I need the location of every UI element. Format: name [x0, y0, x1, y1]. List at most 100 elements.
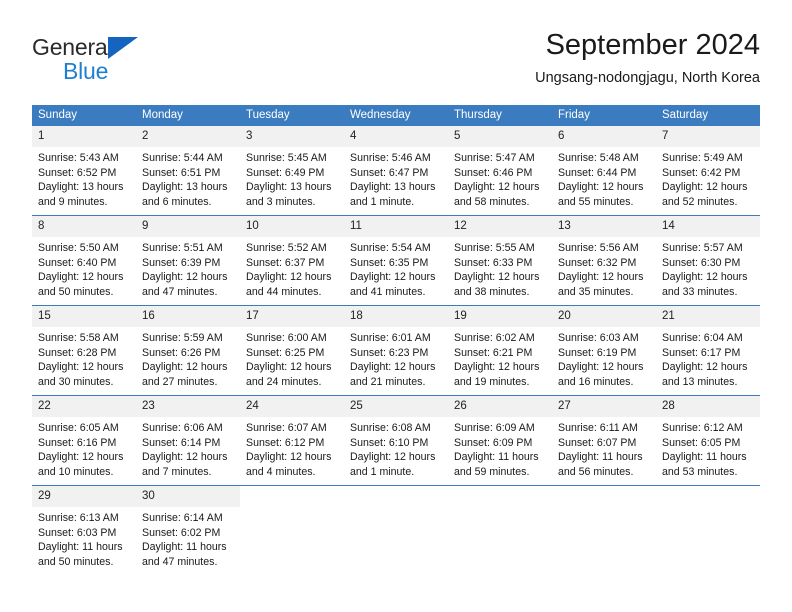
- day-details: Sunrise: 5:44 AM Sunset: 6:51 PM Daylight:…: [136, 147, 240, 209]
- daylight-duration-line2: and 33 minutes.: [662, 285, 738, 298]
- day-details: Sunrise: 5:49 AM Sunset: 6:42 PM Daylight:…: [656, 147, 760, 209]
- sunrise-time: Sunrise: 5:49 AM: [662, 152, 743, 164]
- weekday-header-saturday: Saturday: [656, 105, 760, 126]
- sunset-time: Sunset: 6:19 PM: [558, 346, 637, 359]
- sunrise-time: Sunrise: 6:02 AM: [454, 332, 535, 344]
- calendar-week-row: 22 Sunrise: 6:05 AM Sunset: 6:16 PM Dayligh…: [32, 395, 760, 486]
- day-details: Sunrise: 5:51 AM Sunset: 6:39 PM Daylight:…: [136, 237, 240, 299]
- day-number: 14: [656, 216, 760, 237]
- calendar-day-cell[interactable]: 29 Sunrise: 6:13 AM Sunset: 6:03 PM Dayligh…: [32, 485, 136, 574]
- daylight-duration-line1: Daylight: 12 hours: [662, 181, 748, 194]
- day-number: 2: [136, 126, 240, 147]
- daylight-duration-line1: Daylight: 12 hours: [350, 361, 436, 374]
- day-number: [448, 486, 552, 507]
- calendar-day-cell[interactable]: 6 Sunrise: 5:48 AM Sunset: 6:44 PM Daylight…: [552, 125, 656, 216]
- daylight-duration-line2: and 16 minutes.: [558, 375, 634, 388]
- day-number: 13: [552, 216, 656, 237]
- calendar-day-cell[interactable]: 23 Sunrise: 6:06 AM Sunset: 6:14 PM Dayligh…: [136, 395, 240, 486]
- sunset-time: Sunset: 6:23 PM: [350, 346, 429, 359]
- calendar-day-cell[interactable]: 7 Sunrise: 5:49 AM Sunset: 6:42 PM Daylight…: [656, 125, 760, 216]
- day-number: 12: [448, 216, 552, 237]
- day-cell-inner: 10 Sunrise: 5:52 AM Sunset: 6:37 PM Dayligh…: [240, 216, 344, 305]
- calendar-day-cell[interactable]: 26 Sunrise: 6:09 AM Sunset: 6:09 PM Dayligh…: [448, 395, 552, 486]
- calendar-day-cell[interactable]: 11 Sunrise: 5:54 AM Sunset: 6:35 PM Dayligh…: [344, 215, 448, 306]
- calendar-day-cell[interactable]: 17 Sunrise: 6:00 AM Sunset: 6:25 PM Dayligh…: [240, 305, 344, 396]
- daylight-duration-line2: and 21 minutes.: [350, 375, 426, 388]
- daylight-duration-line1: Daylight: 11 hours: [38, 541, 123, 554]
- day-details: Sunrise: 6:14 AM Sunset: 6:02 PM Daylight:…: [136, 507, 240, 569]
- calendar-day-cell[interactable]: 21 Sunrise: 6:04 AM Sunset: 6:17 PM Dayligh…: [656, 305, 760, 396]
- daylight-duration-line2: and 50 minutes.: [38, 285, 114, 298]
- calendar-day-cell[interactable]: 12 Sunrise: 5:55 AM Sunset: 6:33 PM Dayligh…: [448, 215, 552, 306]
- calendar-day-cell[interactable]: 15 Sunrise: 5:58 AM Sunset: 6:28 PM Dayligh…: [32, 305, 136, 396]
- sunset-time: Sunset: 6:33 PM: [454, 256, 533, 269]
- daylight-duration-line2: and 59 minutes.: [454, 465, 530, 478]
- general-blue-logo[interactable]: General Blue: [32, 34, 232, 88]
- calendar-day-cell[interactable]: 9 Sunrise: 5:51 AM Sunset: 6:39 PM Daylight…: [136, 215, 240, 306]
- day-number: 25: [344, 396, 448, 417]
- calendar-day-cell[interactable]: 20 Sunrise: 6:03 AM Sunset: 6:19 PM Dayligh…: [552, 305, 656, 396]
- calendar-day-cell[interactable]: 14 Sunrise: 5:57 AM Sunset: 6:30 PM Dayligh…: [656, 215, 760, 306]
- daylight-duration-line1: Daylight: 12 hours: [38, 361, 124, 374]
- daylight-duration-line1: Daylight: 12 hours: [662, 271, 748, 284]
- calendar-day-cell[interactable]: 30 Sunrise: 6:14 AM Sunset: 6:02 PM Dayligh…: [136, 485, 240, 574]
- day-details: Sunrise: 5:46 AM Sunset: 6:47 PM Daylight:…: [344, 147, 448, 209]
- logo-text-general: General: [32, 34, 113, 60]
- logo-text-blue: Blue: [63, 58, 109, 84]
- calendar-day-cell[interactable]: 22 Sunrise: 6:05 AM Sunset: 6:16 PM Dayligh…: [32, 395, 136, 486]
- calendar-day-cell[interactable]: 19 Sunrise: 6:02 AM Sunset: 6:21 PM Dayligh…: [448, 305, 552, 396]
- daylight-duration-line1: Daylight: 13 hours: [350, 181, 436, 194]
- calendar-day-cell[interactable]: 28 Sunrise: 6:12 AM Sunset: 6:05 PM Dayligh…: [656, 395, 760, 486]
- day-details: Sunrise: 6:00 AM Sunset: 6:25 PM Daylight:…: [240, 327, 344, 389]
- calendar-day-cell: [552, 485, 656, 574]
- calendar-day-cell[interactable]: 3 Sunrise: 5:45 AM Sunset: 6:49 PM Daylight…: [240, 125, 344, 216]
- sunset-time: Sunset: 6:09 PM: [454, 436, 533, 449]
- calendar-day-cell[interactable]: 1 Sunrise: 5:43 AM Sunset: 6:52 PM Daylight…: [32, 125, 136, 216]
- sunset-time: Sunset: 6:26 PM: [142, 346, 221, 359]
- day-cell-inner: 20 Sunrise: 6:03 AM Sunset: 6:19 PM Dayligh…: [552, 306, 656, 395]
- calendar-day-cell[interactable]: 10 Sunrise: 5:52 AM Sunset: 6:37 PM Dayligh…: [240, 215, 344, 306]
- daylight-duration-line2: and 27 minutes.: [142, 375, 218, 388]
- calendar-header-row: Sunday Monday Tuesday Wednesday Thursday…: [32, 105, 760, 126]
- calendar-day-cell[interactable]: 16 Sunrise: 5:59 AM Sunset: 6:26 PM Dayligh…: [136, 305, 240, 396]
- daylight-duration-line1: Daylight: 12 hours: [246, 361, 332, 374]
- day-cell-inner: 11 Sunrise: 5:54 AM Sunset: 6:35 PM Dayligh…: [344, 216, 448, 305]
- calendar-day-cell[interactable]: 24 Sunrise: 6:07 AM Sunset: 6:12 PM Dayligh…: [240, 395, 344, 486]
- daylight-duration-line2: and 19 minutes.: [454, 375, 530, 388]
- day-number: 7: [656, 126, 760, 147]
- calendar-day-cell[interactable]: 18 Sunrise: 6:01 AM Sunset: 6:23 PM Dayligh…: [344, 305, 448, 396]
- calendar-day-cell[interactable]: 25 Sunrise: 6:08 AM Sunset: 6:10 PM Dayligh…: [344, 395, 448, 486]
- daylight-duration-line1: Daylight: 12 hours: [662, 361, 748, 374]
- weekday-header-monday: Monday: [136, 105, 240, 126]
- sunrise-time: Sunrise: 5:47 AM: [454, 152, 535, 164]
- day-number: 19: [448, 306, 552, 327]
- day-details: Sunrise: 5:54 AM Sunset: 6:35 PM Daylight:…: [344, 237, 448, 299]
- sunrise-time: Sunrise: 6:14 AM: [142, 512, 223, 524]
- day-number: 3: [240, 126, 344, 147]
- day-cell-inner: 12 Sunrise: 5:55 AM Sunset: 6:33 PM Dayligh…: [448, 216, 552, 305]
- calendar-day-cell[interactable]: 4 Sunrise: 5:46 AM Sunset: 6:47 PM Daylight…: [344, 125, 448, 216]
- daylight-duration-line2: and 7 minutes.: [142, 465, 212, 478]
- day-details: Sunrise: 6:08 AM Sunset: 6:10 PM Daylight:…: [344, 417, 448, 479]
- sunrise-time: Sunrise: 6:04 AM: [662, 332, 743, 344]
- day-number: 18: [344, 306, 448, 327]
- sunset-time: Sunset: 6:42 PM: [662, 166, 741, 179]
- calendar-day-cell[interactable]: 2 Sunrise: 5:44 AM Sunset: 6:51 PM Daylight…: [136, 125, 240, 216]
- sunrise-time: Sunrise: 6:05 AM: [38, 422, 119, 434]
- calendar-day-cell[interactable]: 8 Sunrise: 5:50 AM Sunset: 6:40 PM Daylight…: [32, 215, 136, 306]
- day-number: 22: [32, 396, 136, 417]
- daylight-duration-line1: Daylight: 13 hours: [246, 181, 332, 194]
- day-cell-inner: 30 Sunrise: 6:14 AM Sunset: 6:02 PM Dayligh…: [136, 486, 240, 574]
- weekday-header-sunday: Sunday: [32, 105, 136, 126]
- day-details: Sunrise: 6:02 AM Sunset: 6:21 PM Daylight:…: [448, 327, 552, 389]
- calendar-day-cell[interactable]: 13 Sunrise: 5:56 AM Sunset: 6:32 PM Dayligh…: [552, 215, 656, 306]
- daylight-duration-line2: and 13 minutes.: [662, 375, 738, 388]
- calendar-day-cell[interactable]: 5 Sunrise: 5:47 AM Sunset: 6:46 PM Daylight…: [448, 125, 552, 216]
- sunrise-time: Sunrise: 6:00 AM: [246, 332, 327, 344]
- day-details: Sunrise: 6:11 AM Sunset: 6:07 PM Daylight:…: [552, 417, 656, 479]
- sunset-time: Sunset: 6:46 PM: [454, 166, 533, 179]
- sunset-time: Sunset: 6:07 PM: [558, 436, 637, 449]
- daylight-duration-line2: and 53 minutes.: [662, 465, 738, 478]
- calendar-day-cell[interactable]: 27 Sunrise: 6:11 AM Sunset: 6:07 PM Dayligh…: [552, 395, 656, 486]
- daylight-duration-line2: and 38 minutes.: [454, 285, 530, 298]
